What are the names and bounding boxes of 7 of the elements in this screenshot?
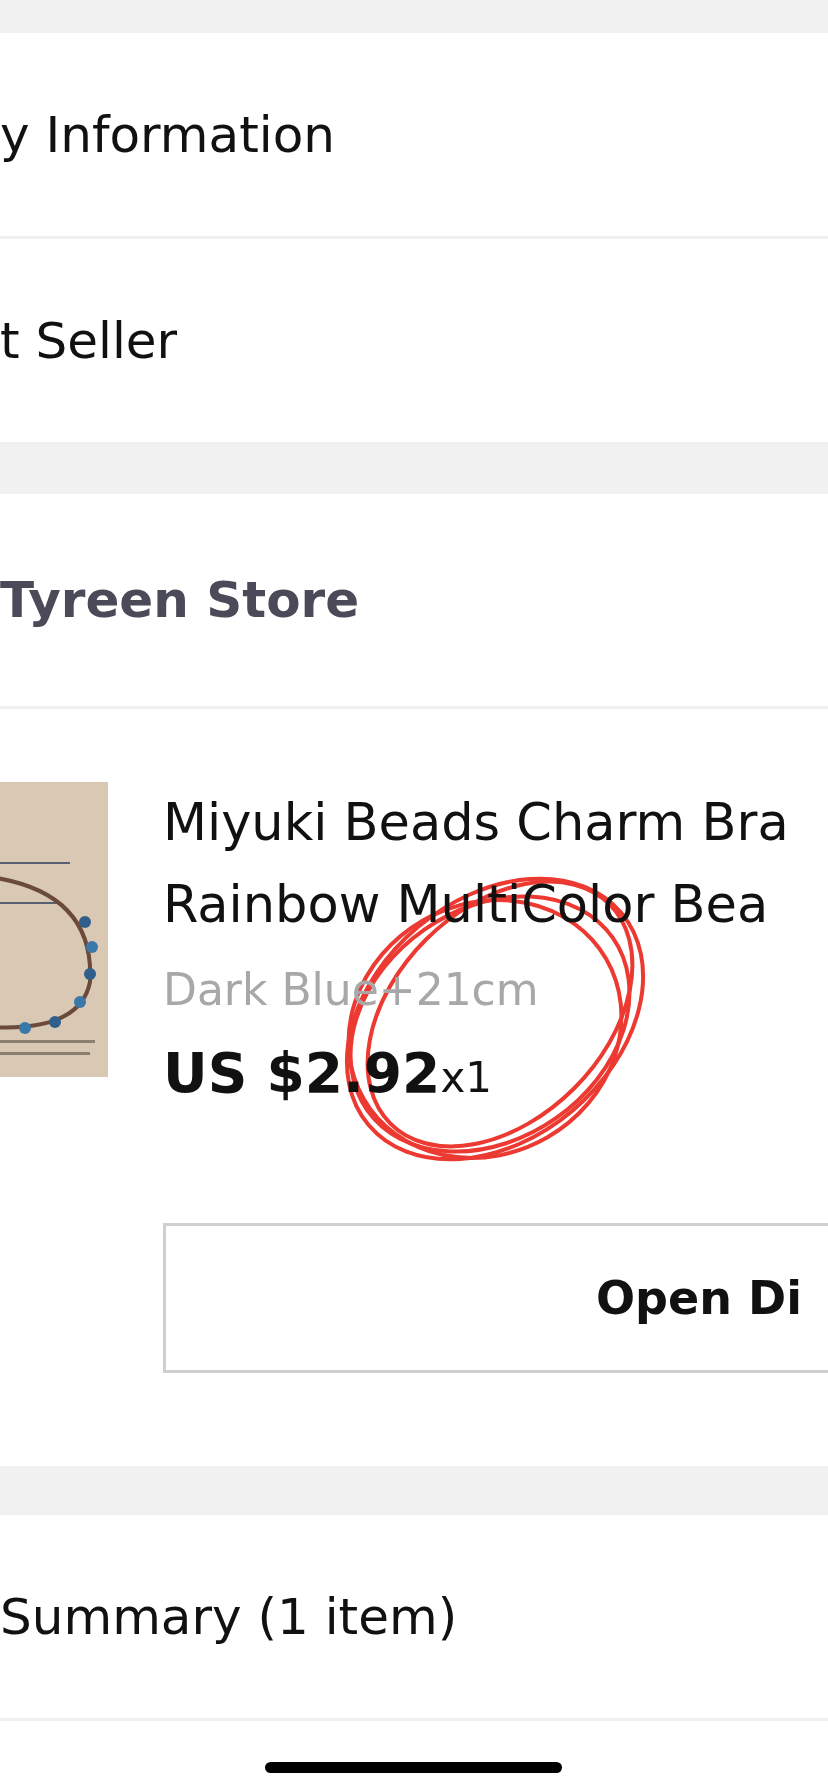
section-title[interactable]: t Seller [0, 311, 178, 370]
section-title[interactable]: Summary (1 item) [0, 1587, 458, 1646]
quantity-text: x1 [440, 1053, 492, 1102]
product-title[interactable]: Miyuki Beads Charm Bra [163, 782, 828, 864]
open-dispute-button[interactable]: Open Di [163, 1223, 828, 1373]
store-name[interactable]: Tyreen Store [0, 571, 360, 629]
section-title[interactable]: y Information [0, 105, 335, 164]
